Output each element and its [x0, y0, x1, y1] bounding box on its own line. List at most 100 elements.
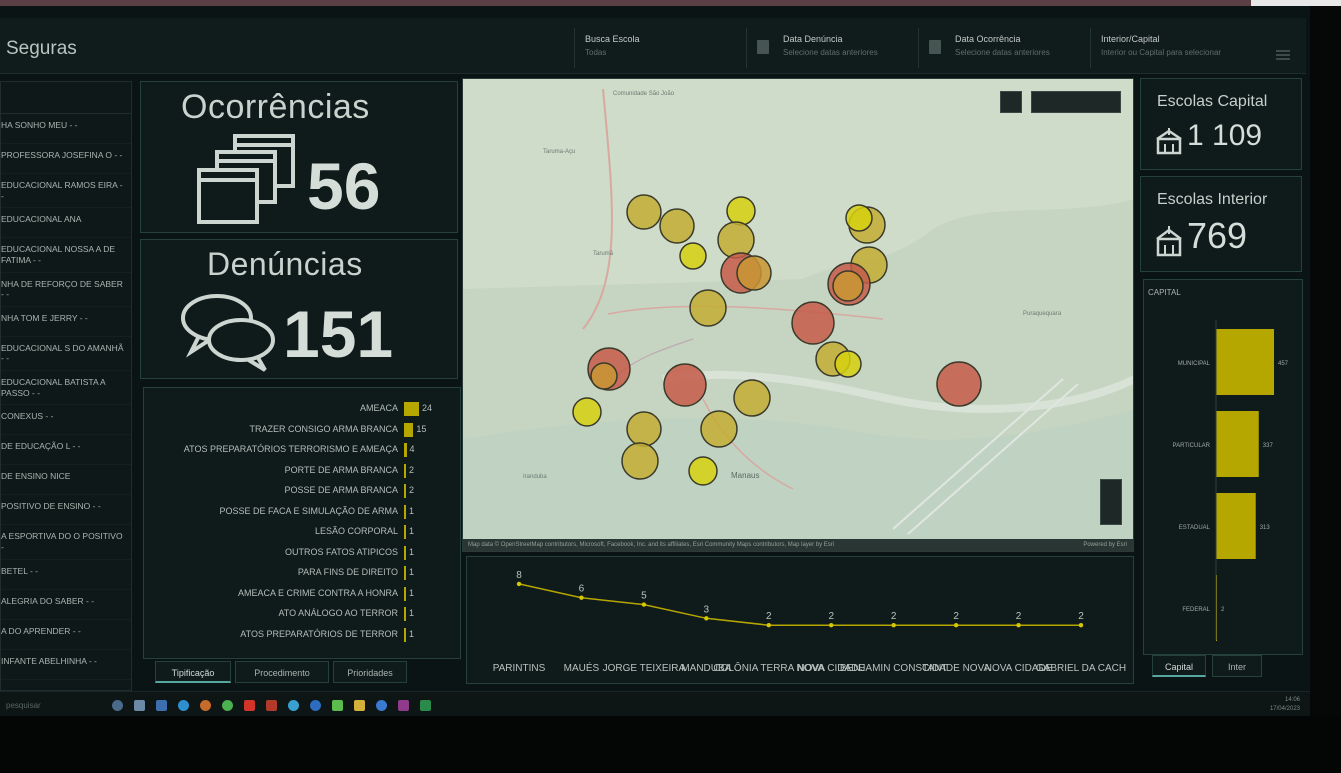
school-list-item[interactable]: EDUCACIONAL RAMOS EIRA - -: [1, 174, 131, 209]
tipificacao-row[interactable]: POSSE DE ARMA BRANCA 2: [144, 483, 462, 499]
app-icon[interactable]: [376, 700, 387, 711]
tipificacao-row[interactable]: AMEACA 24: [144, 401, 462, 417]
app-icon[interactable]: [134, 700, 145, 711]
school-list-item[interactable]: POSITIVO DE ENSINO - -: [1, 495, 131, 526]
x-tick-label: PARINTINS: [493, 663, 546, 674]
map-marker: [626, 194, 662, 230]
filter-placeholder: Selecione datas anteriores: [783, 48, 878, 57]
chrome-icon[interactable]: [222, 700, 233, 711]
firefox-icon[interactable]: [200, 700, 211, 711]
tipificacao-label: OUTROS FATOS ATIPICOS: [284, 546, 398, 557]
school-search-filter[interactable]: Busca Escola Todas: [574, 28, 746, 68]
app-icon[interactable]: [398, 700, 409, 711]
data-point[interactable]: [1078, 623, 1084, 628]
data-point[interactable]: [1016, 623, 1021, 628]
data-point[interactable]: [516, 581, 522, 587]
tipificacao-row[interactable]: AMEACA E CRIME CONTRA A HONRA 1: [144, 586, 462, 602]
school-list-item[interactable]: PROFESSORA JOSEFINA O - -: [1, 144, 131, 174]
excel-icon[interactable]: [420, 700, 431, 711]
tipificacao-row[interactable]: ATO ANÁLOGO AO TERROR 1: [144, 606, 462, 622]
tipificacao-row[interactable]: ATOS PREPARATÓRIOS DE TERROR 1: [144, 627, 462, 643]
school-list-item[interactable]: EDUCACIONAL S DO AMANHÃ - -: [1, 337, 131, 371]
tab-capital[interactable]: Capital: [1152, 655, 1206, 677]
denuncia-date-filter[interactable]: Data Denúncia Selecione datas anteriores: [746, 28, 918, 68]
capital-bar[interactable]: [1216, 329, 1274, 395]
pdf-icon[interactable]: [244, 700, 255, 711]
data-point[interactable]: [829, 623, 834, 628]
school-list-item[interactable]: NHA DE REFORÇO DE SABER - -: [1, 273, 131, 307]
school-list-item[interactable]: DE EDUCAÇÃO L - -: [1, 435, 131, 466]
tab-procedimento[interactable]: Procedimento: [235, 661, 329, 683]
tipificacao-label: LESÃO CORPORAL: [314, 526, 398, 536]
school-list-item[interactable]: INFANTE ABELHINHA - -: [1, 650, 131, 680]
map-home-button[interactable]: [1000, 91, 1022, 113]
school-list-item[interactable]: HA SONHO MEU - -: [1, 114, 131, 144]
map-marker: [832, 270, 864, 302]
tab-tipificacao[interactable]: Tipificação: [155, 661, 231, 683]
app-icon[interactable]: [156, 700, 167, 711]
tipificacao-row[interactable]: POSSE DE FACA E SIMULAÇÃO DE ARMA 1: [144, 504, 462, 520]
folder-icon[interactable]: [354, 700, 365, 711]
map-marker: [791, 301, 835, 345]
capital-bar-value: 457: [1278, 361, 1289, 367]
interior-capital-filter[interactable]: Interior/Capital Interior ou Capital par…: [1090, 28, 1266, 68]
school-list-item[interactable]: A DO APRENDER - -: [1, 620, 131, 650]
tipificacao-row[interactable]: PARA FINS DE DIREITO 1: [144, 565, 462, 581]
tipificacao-count: 24: [422, 403, 433, 413]
capital-bar[interactable]: [1216, 493, 1256, 559]
school-list-item[interactable]: CONEXUS - -: [1, 405, 131, 436]
school-list-item[interactable]: EDUCACIONAL BATISTA A PASSO - -: [1, 371, 131, 406]
school-list-item[interactable]: EDUCACIONAL ANA: [1, 208, 131, 239]
tipificacao-bar: [404, 443, 407, 457]
school-list-item[interactable]: BETEL - -: [1, 560, 131, 590]
tipificacao-row[interactable]: OUTROS FATOS ATIPICOS 1: [144, 545, 462, 561]
map-marker: [621, 442, 659, 480]
capital-bar[interactable]: [1216, 411, 1259, 477]
x-tick-label: CIDADE NOVA: [922, 663, 990, 674]
map-zoom-control[interactable]: [1100, 479, 1122, 525]
map-toolbar[interactable]: [1031, 91, 1121, 113]
occurrence-map[interactable]: Comunidade São João Taruma-Açu Tarumã Ma…: [462, 78, 1134, 552]
capital-bar-label: MUNICIPAL: [1178, 361, 1211, 367]
tipificacao-row[interactable]: ATOS PREPARATÓRIOS TERRORISMO E AMEAÇA 4: [144, 442, 462, 458]
menu-icon[interactable]: [1276, 50, 1290, 60]
school-list: HA SONHO MEU - - PROFESSORA JOSEFINA O - …: [0, 81, 132, 691]
data-point[interactable]: [641, 602, 647, 607]
dashboard-screen: Seguras Busca Escola Todas Data Denúncia…: [0, 6, 1310, 719]
tab-prioridades[interactable]: Prioridades: [333, 661, 407, 683]
neighborhood-line-chart: 8 PARINTINS 6 MAUÉS 5 JORGE TEIXEIRA 3 MANDUBA 2…: [466, 556, 1134, 684]
edge-icon[interactable]: [178, 700, 189, 711]
task-view-icon[interactable]: [112, 700, 123, 711]
school-list-item[interactable]: A ESPORTIVA DO O POSITIVO -: [1, 525, 131, 560]
tab-interior[interactable]: Inter: [1212, 655, 1262, 677]
filter-placeholder: Selecione datas anteriores: [955, 48, 1050, 57]
data-point[interactable]: [579, 595, 584, 600]
data-point[interactable]: [704, 616, 709, 621]
taskbar-clock: 14:06 17/04/2023: [1270, 696, 1300, 714]
tipificacao-bar: [404, 586, 406, 601]
app-icon[interactable]: [266, 700, 277, 711]
tipificacao-row[interactable]: TRAZER CONSIGO ARMA BRANCA 15: [144, 422, 462, 438]
data-point[interactable]: [953, 623, 959, 628]
map-markers: [572, 194, 982, 486]
ocorrencia-date-filter[interactable]: Data Ocorrência Selecione datas anterior…: [918, 28, 1090, 68]
tipificacao-bar: [404, 504, 406, 519]
taskbar-search[interactable]: pesquisar: [0, 697, 100, 715]
denuncias-value: 151: [283, 297, 394, 371]
app-icon[interactable]: [332, 700, 343, 711]
data-point[interactable]: [891, 623, 896, 628]
list-header: [1, 82, 131, 114]
filter-label: Data Ocorrência: [955, 34, 1021, 44]
data-point[interactable]: [766, 623, 771, 628]
school-list-item[interactable]: EDUCACIONAL NOSSA A DE FATIMA - -: [1, 238, 131, 273]
school-list-item[interactable]: DE ENSINO NICE: [1, 465, 131, 496]
escolas-capital-panel: Escolas Capital 1 109: [1140, 78, 1302, 170]
tipificacao-row[interactable]: LESÃO CORPORAL 1: [144, 524, 462, 540]
tipificacao-count: 15: [416, 423, 427, 434]
app-icon[interactable]: [288, 700, 299, 711]
tipificacao-row[interactable]: PORTE DE ARMA BRANCA 2: [144, 463, 462, 479]
school-list-item[interactable]: ALEGRIA DO SABER - -: [1, 590, 131, 620]
school-list-item[interactable]: NHA TOM E JERRY - -: [1, 307, 131, 337]
app-icon[interactable]: [310, 700, 321, 711]
map-marker: [736, 255, 772, 291]
